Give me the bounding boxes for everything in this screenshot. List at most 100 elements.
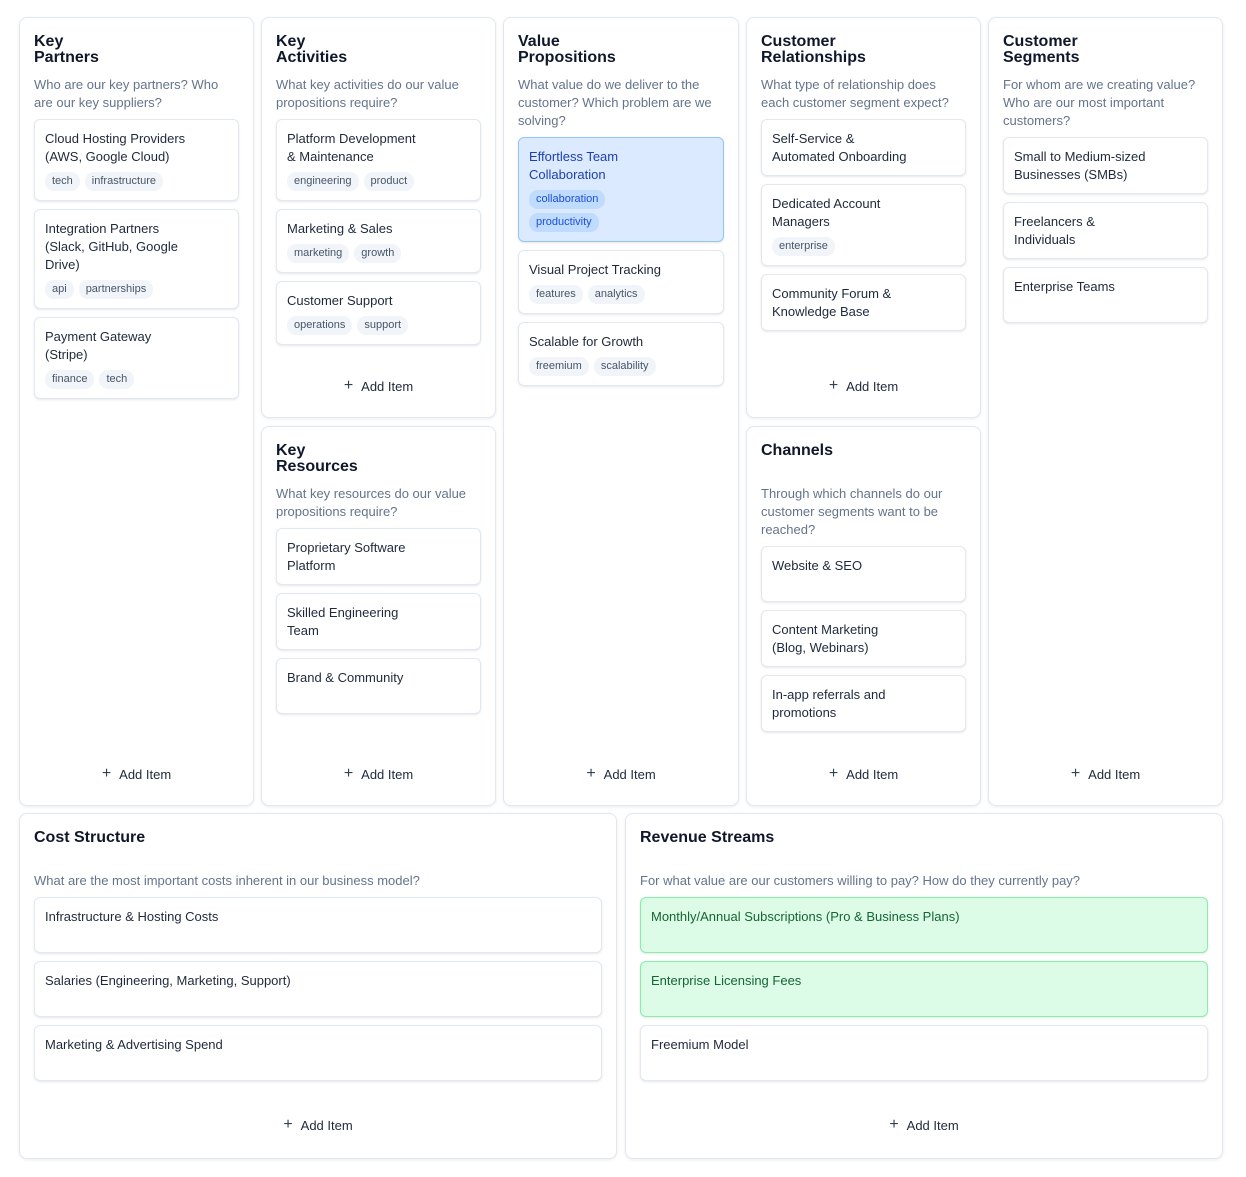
panel-cost-structure: Cost Structure What are the most importa…: [19, 813, 617, 1159]
plus-icon: +: [283, 1116, 293, 1133]
item-card[interactable]: In-app referrals and promotions: [761, 675, 966, 732]
panel-description: For what value are our customers willing…: [640, 873, 1081, 888]
item-card[interactable]: Customer Support operations support: [276, 281, 481, 345]
item-text: Visual Project Tracking: [529, 262, 661, 277]
item-text: Marketing & Sales: [287, 221, 393, 236]
item-tag: operations: [287, 316, 353, 335]
item-tag: infrastructure: [84, 172, 163, 191]
add-item-label: Add Item: [906, 1117, 959, 1133]
item-card[interactable]: Infrastructure & Hosting Costs: [34, 897, 602, 953]
item-card[interactable]: Marketing & Sales marketing growth: [276, 209, 481, 273]
panel-customer-segments: Customer Segments For whom are we creati…: [988, 17, 1223, 806]
item-tag: engineering: [287, 172, 359, 191]
item-card[interactable]: Dedicated Account Managers enterprise: [761, 184, 966, 266]
item-card[interactable]: Scalable for Growth freemium scalability: [518, 322, 724, 386]
add-item-label: Add Item: [119, 766, 172, 782]
add-item-button[interactable]: + Add Item: [747, 764, 980, 784]
add-item-button[interactable]: + Add Item: [626, 1115, 1222, 1135]
item-card[interactable]: Brand & Community: [276, 658, 481, 714]
plus-icon: +: [828, 377, 839, 394]
plus-icon: +: [101, 765, 112, 782]
item-text: Freemium Model: [651, 1037, 749, 1052]
panel-customer-relationships: Customer Relationships What type of rela…: [746, 17, 981, 418]
item-card[interactable]: Salaries (Engineering, Marketing, Suppor…: [34, 961, 602, 1017]
item-tag: tech: [99, 370, 135, 389]
item-tag: growth: [354, 244, 402, 263]
item-text: Enterprise Teams: [1014, 279, 1115, 294]
panel-title: Revenue Streams: [640, 829, 775, 846]
add-item-button[interactable]: + Add Item: [504, 764, 738, 784]
item-card-highlighted[interactable]: Effortless Team Collaboration collaborat…: [518, 137, 724, 242]
item-card[interactable]: Cloud Hosting Providers (AWS, Google Clo…: [34, 119, 239, 201]
panel-description: Who are our key partners? Who are our ke…: [34, 77, 219, 110]
panel-description: What are the most important costs inhere…: [34, 873, 420, 888]
item-text: Marketing & Advertising Spend: [45, 1037, 223, 1052]
item-card-highlighted[interactable]: Enterprise Licensing Fees: [640, 961, 1208, 1017]
item-text: Skilled Engineering Team: [287, 605, 399, 638]
add-item-button[interactable]: + Add Item: [20, 1115, 616, 1135]
panel-title: Cost Structure: [34, 829, 146, 846]
item-text: Dedicated Account Managers: [772, 196, 881, 229]
item-text: Customer Support: [287, 293, 393, 308]
item-card[interactable]: Website & SEO: [761, 546, 966, 602]
panel-title: Key Resources: [276, 442, 358, 475]
item-card[interactable]: Proprietary Software Platform: [276, 528, 481, 585]
item-card[interactable]: Freelancers & Individuals: [1003, 202, 1208, 259]
item-card[interactable]: Freemium Model: [640, 1025, 1208, 1081]
add-item-label: Add Item: [846, 378, 899, 394]
add-item-button[interactable]: + Add Item: [989, 764, 1222, 784]
panel-revenue-streams: Revenue Streams For what value are our c…: [625, 813, 1223, 1159]
item-card[interactable]: Platform Development & Maintenance engin…: [276, 119, 481, 201]
item-card[interactable]: Self-Service & Automated Onboarding: [761, 119, 966, 176]
add-item-label: Add Item: [300, 1117, 353, 1133]
item-card[interactable]: Integration Partners (Slack, GitHub, Goo…: [34, 209, 239, 309]
item-tag: features: [529, 285, 583, 304]
item-card[interactable]: Visual Project Tracking features analyti…: [518, 250, 724, 314]
item-text: Platform Development & Maintenance: [287, 131, 416, 164]
item-card[interactable]: Payment Gateway (Stripe) finance tech: [34, 317, 239, 399]
item-tag: scalability: [593, 357, 656, 376]
item-text: Small to Medium-sized Businesses (SMBs): [1014, 149, 1146, 182]
item-card[interactable]: Enterprise Teams: [1003, 267, 1208, 323]
plus-icon: +: [343, 765, 354, 782]
add-item-label: Add Item: [361, 766, 414, 782]
add-item-button[interactable]: + Add Item: [747, 376, 980, 396]
item-tag: partnerships: [78, 280, 154, 299]
item-tag: marketing: [287, 244, 350, 263]
panel-title: Key Activities: [276, 33, 348, 66]
panel-description: For whom are we creating value? Who are …: [1003, 77, 1196, 128]
panel-title: Channels: [761, 442, 834, 459]
item-card[interactable]: Skilled Engineering Team: [276, 593, 481, 650]
panel-title: Customer Relationships: [761, 33, 866, 66]
item-text: Salaries (Engineering, Marketing, Suppor…: [45, 973, 291, 988]
item-text: Cloud Hosting Providers (AWS, Google Clo…: [45, 131, 186, 164]
item-text: Monthly/Annual Subscriptions (Pro & Busi…: [651, 909, 960, 924]
panel-key-activities: Key Activities What key activities do ou…: [261, 17, 496, 418]
item-text: Community Forum & Knowledge Base: [772, 286, 892, 319]
item-tag: analytics: [587, 285, 645, 304]
plus-icon: +: [889, 1116, 899, 1133]
item-card[interactable]: Small to Medium-sized Businesses (SMBs): [1003, 137, 1208, 194]
item-text: Content Marketing (Blog, Webinars): [772, 622, 879, 655]
add-item-label: Add Item: [1088, 766, 1141, 782]
panel-value-propositions: Value Propositions What value do we deli…: [503, 17, 739, 806]
item-tag: collaboration: [529, 190, 606, 209]
item-tag: enterprise: [772, 237, 835, 256]
item-text: Scalable for Growth: [529, 334, 644, 349]
add-item-button[interactable]: + Add Item: [262, 764, 495, 784]
plus-icon: +: [1070, 765, 1081, 782]
item-card-highlighted[interactable]: Monthly/Annual Subscriptions (Pro & Busi…: [640, 897, 1208, 953]
item-text: Effortless Team Collaboration: [529, 149, 619, 182]
item-card[interactable]: Content Marketing (Blog, Webinars): [761, 610, 966, 667]
item-text: Integration Partners (Slack, GitHub, Goo…: [45, 221, 178, 272]
plus-icon: +: [343, 377, 354, 394]
panel-channels: Channels Through which channels do our c…: [746, 426, 981, 806]
item-card[interactable]: Marketing & Advertising Spend: [34, 1025, 602, 1081]
item-text: Website & SEO: [772, 558, 863, 573]
item-text: Self-Service & Automated Onboarding: [772, 131, 907, 164]
add-item-button[interactable]: + Add Item: [262, 376, 495, 396]
item-tag: productivity: [529, 213, 599, 232]
item-card[interactable]: Community Forum & Knowledge Base: [761, 274, 966, 331]
panel-key-partners: Key Partners Who are our key partners? W…: [19, 17, 254, 806]
add-item-button[interactable]: + Add Item: [20, 764, 253, 784]
